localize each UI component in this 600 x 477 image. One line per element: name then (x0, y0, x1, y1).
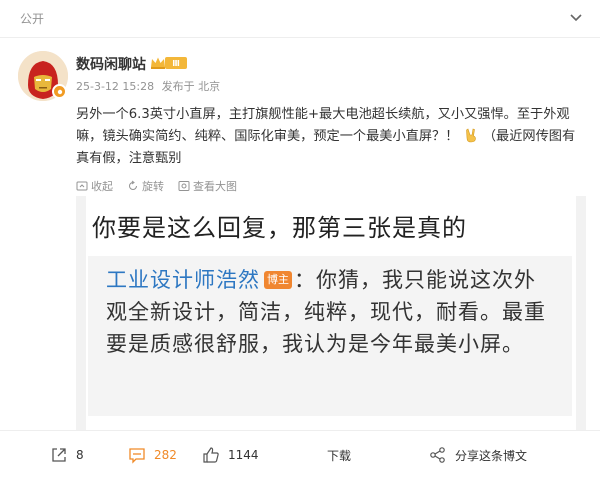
post-text: 另外一个6.3英寸小直屏，主打旗舰性能+最大电池超长续航，又小又强悍。至于外观嘛… (76, 104, 586, 170)
level-badge: Ⅲ (165, 57, 187, 69)
post-image[interactable]: 你要是这么回复，那第三张是真的 工业设计师浩然 博主 ：你猜，我只能说这次外观全新设… (76, 196, 586, 430)
crown-icon (151, 57, 165, 69)
comment-count: 282 (154, 448, 177, 462)
chevron-down-icon[interactable] (568, 9, 584, 25)
repost-button[interactable]: 8 (50, 446, 84, 464)
collapse-button[interactable]: 收起 (76, 178, 113, 194)
timestamp[interactable]: 25-3-12 15:28 (76, 80, 154, 93)
share-icon (430, 447, 445, 463)
comment-icon (129, 448, 145, 464)
thumbs-up-icon (203, 447, 219, 463)
like-count: 1144 (228, 448, 259, 462)
rotate-icon (129, 180, 137, 190)
visibility-label: 公开 (20, 12, 45, 26)
rotate-button[interactable]: 旋转 (127, 178, 164, 194)
post-meta: 25-3-12 15:28 发布于 北京 (76, 78, 220, 94)
image-actions: 收起 旋转 查看大图 (76, 178, 251, 194)
top-bar: 公开 (0, 0, 600, 38)
verified-badge-icon (52, 84, 67, 99)
action-bar: 8 282 1144 下载 分享这条博文 (0, 430, 600, 477)
view-large-button[interactable]: 查看大图 (178, 178, 237, 194)
image-margin (76, 196, 86, 430)
rotate-label: 旋转 (142, 180, 164, 193)
view-large-label: 查看大图 (193, 180, 237, 193)
quoted-comment: 工业设计师浩然 博主 ：你猜，我只能说这次外观全新设计，简洁，纯粹，现代，耐看。最重… (88, 256, 572, 416)
image-title-text: 你要是这么回复，那第三张是真的 (92, 214, 467, 242)
quoted-author: 工业设计师浩然 (106, 268, 260, 292)
collapse-icon (76, 181, 88, 191)
author-name[interactable]: 数码闲聊站 (76, 54, 146, 74)
share-label: 分享这条博文 (455, 448, 528, 463)
victory-hand-icon (465, 128, 476, 143)
like-button[interactable]: 1144 (202, 446, 259, 464)
view-large-icon (178, 181, 190, 191)
share-button[interactable]: 分享这条博文 (429, 446, 527, 464)
image-margin (576, 196, 586, 430)
post-source: 发布于 北京 (161, 80, 221, 93)
download-button[interactable]: 下载 (327, 446, 351, 464)
collapse-label: 收起 (91, 180, 113, 193)
comment-button[interactable]: 282 (128, 446, 177, 464)
divider (0, 37, 600, 38)
download-label: 下载 (327, 448, 352, 463)
blogger-tag: 博主 (264, 271, 292, 289)
repost-icon (52, 448, 66, 462)
repost-count: 8 (76, 448, 84, 462)
quoted-comment-text: 工业设计师浩然 博主 ：你猜，我只能说这次外观全新设计，简洁，纯粹，现代，耐看。最重… (106, 264, 556, 360)
